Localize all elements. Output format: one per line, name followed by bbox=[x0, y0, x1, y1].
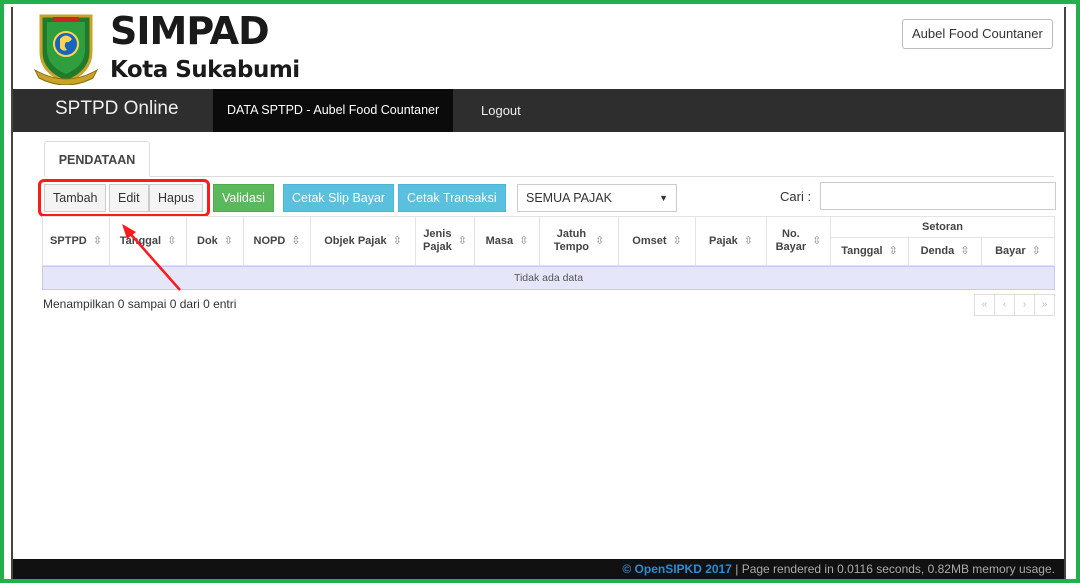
sort-icon: ⇳ bbox=[1031, 245, 1041, 257]
column-omset[interactable]: Omset ⇳ bbox=[618, 216, 696, 266]
cetak-slip-bayar-button[interactable]: Cetak Slip Bayar bbox=[283, 184, 395, 212]
sort-icon: ⇳ bbox=[392, 234, 402, 247]
pajak-filter-select[interactable]: SEMUA PAJAK ▼ bbox=[517, 184, 677, 212]
sort-icon: ⇳ bbox=[960, 245, 970, 257]
sort-icon: ⇳ bbox=[223, 234, 233, 247]
nav-item-data-sptpd[interactable]: DATA SPTPD - Aubel Food Countaner bbox=[213, 89, 454, 132]
tab-pendataan[interactable]: PENDATAAN bbox=[44, 141, 150, 177]
app-subtitle: Kota Sukabumi bbox=[110, 57, 300, 83]
column-masa[interactable]: Masa ⇳ bbox=[474, 216, 540, 266]
column-jatuh-tempo[interactable]: Jatuh Tempo ⇳ bbox=[539, 216, 619, 266]
column-setoran-bayar[interactable]: Bayar ⇳ bbox=[981, 237, 1055, 266]
pajak-filter-value: SEMUA PAJAK bbox=[526, 191, 612, 205]
pagination-prev-button[interactable]: ‹ bbox=[994, 294, 1015, 316]
column-no-bayar[interactable]: No. Bayar ⇳ bbox=[766, 216, 831, 266]
sort-icon: ⇳ bbox=[519, 234, 529, 247]
column-group-setoran: Setoran bbox=[830, 216, 1055, 238]
sort-icon: ⇳ bbox=[167, 234, 177, 247]
column-nopd[interactable]: NOPD ⇳ bbox=[243, 216, 311, 266]
pagination-next-button[interactable]: › bbox=[1014, 294, 1035, 316]
pagination-info: Menampilkan 0 sampai 0 dari 0 entri bbox=[43, 297, 237, 311]
validasi-button[interactable]: Validasi bbox=[213, 184, 274, 212]
sort-icon: ⇳ bbox=[291, 234, 301, 247]
nav-brand[interactable]: SPTPD Online bbox=[55, 98, 179, 120]
user-account-button[interactable]: Aubel Food Countaner bbox=[902, 19, 1053, 49]
column-objek-pajak[interactable]: Objek Pajak ⇳ bbox=[310, 216, 416, 266]
page-container: SIMPAD Kota Sukabumi Aubel Food Countane… bbox=[11, 7, 1066, 579]
column-setoran-denda[interactable]: Denda ⇳ bbox=[908, 237, 982, 266]
sort-icon: ⇳ bbox=[743, 234, 753, 247]
sort-icon: ⇳ bbox=[457, 234, 467, 247]
sort-icon: ⇳ bbox=[812, 234, 822, 247]
column-setoran-tanggal[interactable]: Tanggal ⇳ bbox=[830, 237, 909, 266]
sort-icon: ⇳ bbox=[888, 245, 898, 257]
footer-brand-link[interactable]: © OpenSIPKD 2017 bbox=[622, 562, 732, 576]
app-title: SIMPAD bbox=[110, 9, 270, 53]
table-empty-row: Tidak ada data bbox=[42, 266, 1055, 290]
sort-icon: ⇳ bbox=[92, 234, 102, 247]
kota-sukabumi-logo-icon bbox=[33, 14, 99, 85]
nav-item-logout[interactable]: Logout bbox=[481, 89, 521, 132]
sort-icon: ⇳ bbox=[672, 234, 682, 247]
column-dok[interactable]: Dok ⇳ bbox=[186, 216, 244, 266]
tab-divider bbox=[44, 176, 1054, 177]
search-label: Cari : bbox=[780, 189, 812, 204]
column-tanggal[interactable]: Tanggal ⇳ bbox=[109, 216, 187, 266]
pagination: « ‹ › » bbox=[974, 294, 1055, 316]
annotation-highlight-box bbox=[38, 179, 210, 217]
search-input[interactable] bbox=[820, 182, 1056, 210]
caret-down-icon: ▼ bbox=[659, 193, 668, 203]
header: SIMPAD Kota Sukabumi Aubel Food Countane… bbox=[13, 7, 1064, 89]
column-pajak[interactable]: Pajak ⇳ bbox=[695, 216, 767, 266]
pagination-first-button[interactable]: « bbox=[974, 294, 995, 316]
pagination-last-button[interactable]: » bbox=[1034, 294, 1055, 316]
sort-icon: ⇳ bbox=[595, 234, 605, 247]
cetak-transaksi-button[interactable]: Cetak Transaksi bbox=[398, 184, 506, 212]
column-sptpd[interactable]: SPTPD ⇳ bbox=[42, 216, 110, 266]
column-jenis-pajak[interactable]: Jenis Pajak ⇳ bbox=[415, 216, 475, 266]
footer-render-info: | Page rendered in 0.0116 seconds, 0.82M… bbox=[731, 562, 1055, 576]
navbar: SPTPD Online DATA SPTPD - Aubel Food Cou… bbox=[13, 89, 1064, 132]
footer: © OpenSIPKD 2017 | Page rendered in 0.01… bbox=[13, 559, 1064, 579]
